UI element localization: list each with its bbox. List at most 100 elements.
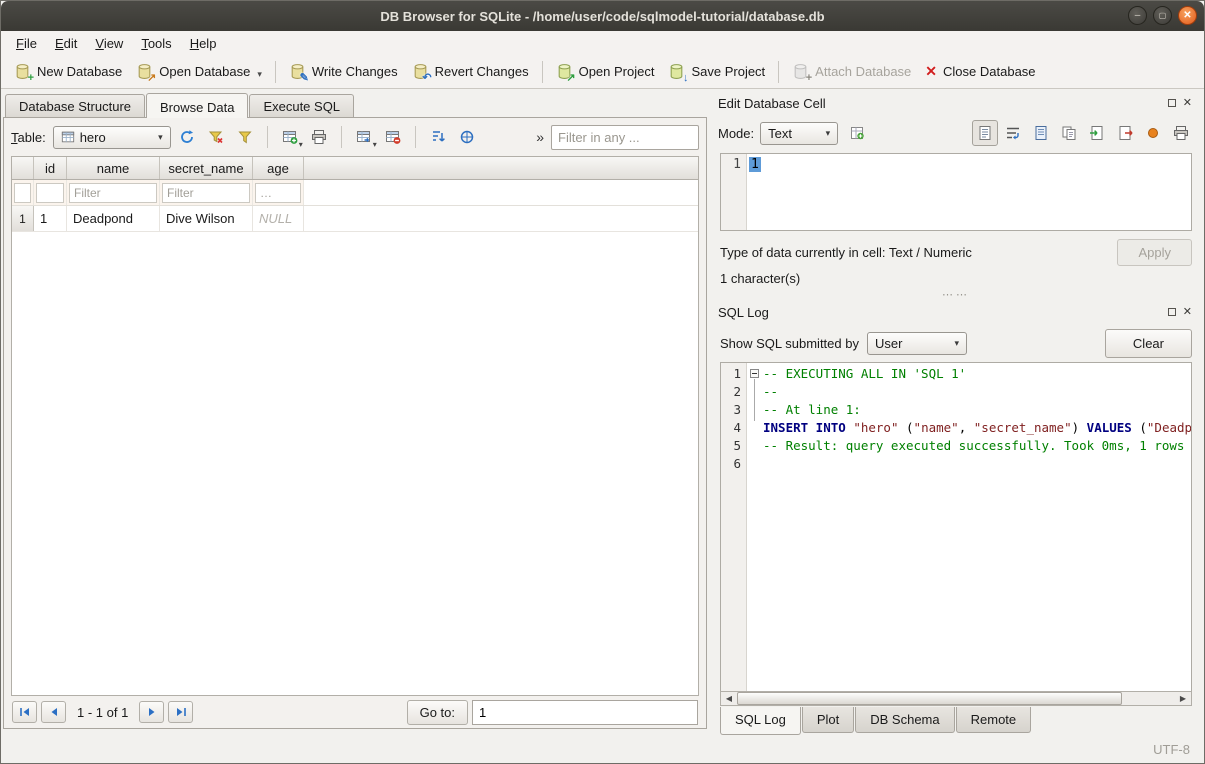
clear-filters-icon [208, 129, 224, 145]
print-button[interactable] [306, 124, 332, 150]
grid-header-row: id name secret_name age [12, 157, 698, 180]
open-project-button[interactable]: ↗ Open Project [549, 59, 662, 84]
minimize-icon[interactable]: – [1128, 6, 1147, 25]
scrollbar-thumb[interactable] [737, 692, 1122, 705]
close-icon[interactable]: ✕ [1178, 6, 1197, 25]
cell-editor-content[interactable]: 1 [747, 154, 763, 230]
tab-browse-data[interactable]: Browse Data [146, 93, 248, 118]
open-database-button[interactable]: ↗ Open Database ▾ [129, 59, 269, 84]
import-cell-button[interactable] [1084, 120, 1110, 146]
column-header-age[interactable]: age [253, 157, 304, 179]
overflow-chevron-icon[interactable]: » [532, 129, 548, 145]
row-header[interactable]: 1 [12, 206, 34, 231]
new-database-button[interactable]: + New Database [7, 59, 129, 84]
column-header-id[interactable]: id [34, 157, 67, 179]
undo-badge-icon: ↶ [422, 73, 431, 84]
copy-button[interactable] [1056, 120, 1082, 146]
menu-edit[interactable]: Edit [46, 33, 86, 54]
clear-filters-button[interactable] [203, 124, 229, 150]
goto-record-button[interactable] [454, 124, 480, 150]
attach-database-button[interactable]: + Attach Database [785, 59, 918, 84]
set-null-button[interactable] [1140, 120, 1166, 146]
filter-input-id[interactable] [36, 183, 64, 203]
refresh-icon [179, 129, 195, 145]
open-database-dropdown-icon[interactable]: ▾ [257, 69, 262, 80]
new-record-button[interactable]: ▾ [277, 124, 303, 150]
sql-log-controls: Show SQL submitted by User ▾ Clear [712, 324, 1200, 362]
filter-input-name[interactable] [69, 183, 157, 203]
dock-tab-sql-log[interactable]: SQL Log [720, 707, 801, 735]
tab-execute-sql[interactable]: Execute SQL [249, 94, 354, 117]
close-database-button[interactable]: ✕ Close Database [918, 60, 1042, 83]
dock-float-icon[interactable] [1168, 99, 1176, 107]
sql-log-hscrollbar[interactable]: ◀ ▶ [720, 691, 1192, 706]
apply-button[interactable]: Apply [1117, 239, 1192, 266]
dock-tab-plot[interactable]: Plot [802, 707, 854, 733]
scroll-right-icon[interactable]: ▶ [1175, 692, 1191, 705]
cell-secret-name[interactable]: Dive Wilson [160, 206, 253, 231]
app-window: DB Browser for SQLite - /home/user/code/… [0, 0, 1205, 764]
cell-name[interactable]: Deadpond [67, 206, 160, 231]
column-header-secret-name[interactable]: secret_name [160, 157, 253, 179]
next-record-button[interactable] [139, 701, 164, 723]
grid-empty-area[interactable] [12, 232, 698, 695]
delete-record-button[interactable] [380, 124, 406, 150]
open-in-editor-button[interactable] [1028, 120, 1054, 146]
dock-resize-handle[interactable]: ⋯⋯ [712, 288, 1200, 300]
window-title: DB Browser for SQLite - /home/user/code/… [1, 9, 1204, 24]
text-mode-button[interactable] [972, 120, 998, 146]
tab-database-structure[interactable]: Database Structure [5, 94, 145, 117]
first-record-button[interactable] [12, 701, 37, 723]
table-select[interactable]: hero ▾ [53, 126, 171, 149]
sort-button[interactable] [425, 124, 451, 150]
attach-database-label: Attach Database [815, 64, 911, 79]
fold-collapse-icon[interactable] [750, 369, 759, 378]
filter-button[interactable] [232, 124, 258, 150]
last-record-button[interactable] [168, 701, 193, 723]
revert-changes-button[interactable]: ↶ Revert Changes [405, 59, 536, 84]
filter-input-secret-name[interactable] [162, 183, 250, 203]
scroll-left-icon[interactable]: ◀ [721, 692, 737, 705]
dock-tab-remote[interactable]: Remote [956, 707, 1032, 733]
filter-input-age[interactable] [255, 183, 301, 203]
print-icon [1173, 125, 1189, 141]
mode-select[interactable]: Text ▾ [760, 122, 838, 145]
toolbar-separator [341, 126, 342, 148]
goto-button[interactable]: Go to: [407, 700, 468, 725]
menu-view[interactable]: View [86, 33, 132, 54]
menu-help[interactable]: Help [181, 33, 226, 54]
cell-editor[interactable]: 1 1 [720, 153, 1192, 231]
cell-id[interactable]: 1 [34, 206, 67, 231]
refresh-button[interactable] [174, 124, 200, 150]
scrollbar-track[interactable] [737, 692, 1175, 705]
corner-header-cell[interactable] [12, 157, 34, 179]
set-null-icon [1145, 125, 1161, 141]
dock-tab-db-schema[interactable]: DB Schema [855, 707, 954, 733]
import-data-button[interactable] [844, 120, 870, 146]
save-project-button[interactable]: ↓ Save Project [661, 59, 772, 84]
maximize-icon[interactable]: ▢ [1153, 6, 1172, 25]
cell-age[interactable]: NULL [253, 206, 304, 231]
menu-tools[interactable]: Tools [132, 33, 180, 54]
export-records-button[interactable]: ▾ [351, 124, 377, 150]
dock-float-icon[interactable] [1168, 308, 1176, 316]
dock-close-icon[interactable]: ✕ [1183, 307, 1192, 318]
menu-file[interactable]: File [7, 33, 46, 54]
previous-record-button[interactable] [41, 701, 66, 723]
column-header-name[interactable]: name [67, 157, 160, 179]
dock-close-icon[interactable]: ✕ [1183, 98, 1192, 109]
title-bar[interactable]: DB Browser for SQLite - /home/user/code/… [1, 1, 1204, 31]
sql-log-editor[interactable]: 123456 -- EXECUTING ALL IN 'SQL 1'---- A… [720, 362, 1192, 691]
print-cell-button[interactable] [1168, 120, 1194, 146]
sql-source-select[interactable]: User ▾ [867, 332, 967, 355]
goto-record-input[interactable] [472, 700, 698, 725]
filter-input-id[interactable] [14, 183, 31, 203]
record-pager: 1 - 1 of 1 Go to: [4, 696, 706, 728]
write-changes-button[interactable]: ✎ Write Changes [282, 59, 405, 84]
revert-changes-icon: ↶ [412, 63, 429, 80]
word-wrap-button[interactable] [1000, 120, 1026, 146]
close-database-icon: ✕ [925, 66, 937, 77]
export-cell-button[interactable] [1112, 120, 1138, 146]
filter-any-column-input[interactable] [551, 125, 699, 150]
clear-log-button[interactable]: Clear [1105, 329, 1192, 358]
